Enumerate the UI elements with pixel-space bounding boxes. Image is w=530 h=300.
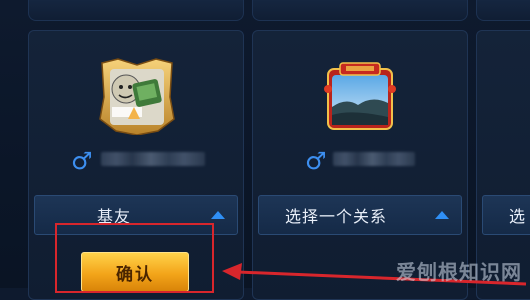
blurred-player-name — [333, 152, 415, 166]
highlight-annotation-box — [55, 223, 214, 293]
avatar-meme-image — [99, 58, 175, 136]
previous-row-card-edge — [476, 0, 530, 21]
relation-dropdown-3[interactable]: 选 — [482, 195, 530, 235]
watermark: 爱刨根知识网 — [396, 260, 522, 284]
avatar-meme[interactable] — [98, 57, 176, 136]
relation-dropdown-2[interactable]: 选择一个关系 — [258, 195, 462, 235]
chevron-up-icon — [211, 211, 225, 219]
avatar-landscape[interactable] — [322, 59, 400, 137]
blurred-player-name — [101, 152, 205, 166]
relation-dropdown-label: 选 — [509, 207, 527, 226]
previous-row-card-edge — [28, 0, 244, 21]
avatar-landscape-image — [324, 62, 396, 130]
male-icon: ♂ — [71, 147, 93, 175]
male-icon: ♂ — [305, 147, 327, 175]
chevron-up-icon — [435, 211, 449, 219]
previous-row-card-edge — [252, 0, 468, 21]
relation-dropdown-label: 选择一个关系 — [285, 207, 388, 226]
